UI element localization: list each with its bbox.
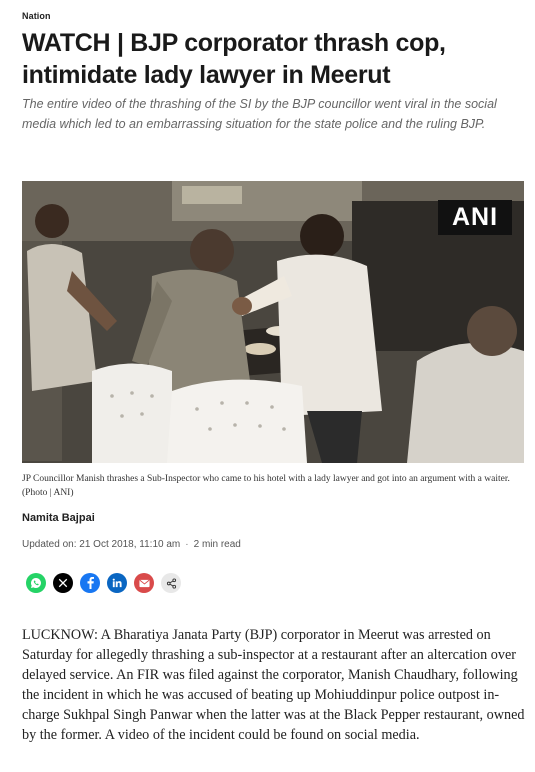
article-image[interactable]: ANI <box>22 181 524 463</box>
author-name[interactable]: Namita Bajpai <box>22 512 95 524</box>
section-label[interactable]: Nation <box>22 11 51 21</box>
mail-icon <box>138 579 150 587</box>
share-more-button[interactable] <box>161 573 181 593</box>
share-bar <box>26 573 181 593</box>
x-icon <box>58 578 68 588</box>
linkedin-icon <box>112 578 122 588</box>
article-body: LUCKNOW: A Bharatiya Janata Party (BJP) … <box>22 627 525 743</box>
meta-separator: · <box>185 539 189 550</box>
article-subhead: The entire video of the thrashing of the… <box>22 97 497 131</box>
share-icon <box>166 577 176 589</box>
updated-timestamp: Updated on: 21 Oct 2018, 11:10 am <box>22 539 181 550</box>
article-headline: WATCH | BJP corporator thrash cop, intim… <box>22 29 446 89</box>
share-whatsapp-button[interactable] <box>26 573 46 593</box>
share-linkedin-button[interactable] <box>107 573 127 593</box>
share-email-button[interactable] <box>134 573 154 593</box>
ani-watermark: ANI <box>451 203 499 231</box>
read-time: 2 min read <box>193 539 241 550</box>
whatsapp-icon <box>31 578 41 588</box>
share-facebook-button[interactable] <box>80 573 100 593</box>
share-x-button[interactable] <box>53 573 73 593</box>
image-caption: JP Councillor Manish thrashes a Sub-Insp… <box>22 474 510 498</box>
facebook-icon <box>87 577 94 589</box>
article-meta: Updated on: 21 Oct 2018, 11:10 am · 2 mi… <box>22 539 241 550</box>
